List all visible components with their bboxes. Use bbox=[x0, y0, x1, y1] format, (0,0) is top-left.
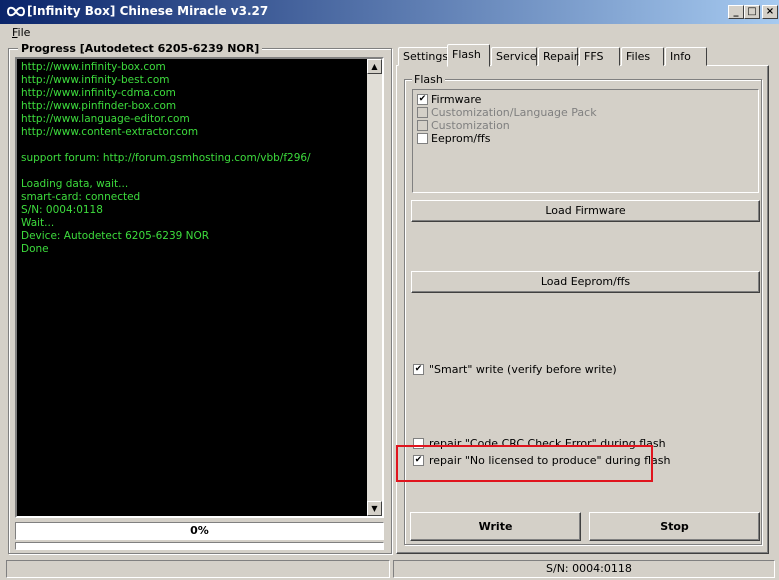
scroll-down-icon: ▼ bbox=[371, 504, 378, 513]
flash-items-list[interactable]: ✔ Firmware Customization/Language Pack Cust… bbox=[412, 89, 759, 193]
progress-bar: 0% bbox=[15, 522, 384, 540]
progress-group-title: Progress [Autodetect 6205-6239 NOR] bbox=[18, 42, 263, 55]
log-line: smart-card: connected bbox=[21, 191, 141, 203]
log-line: http://www.pinfinder-box.com bbox=[21, 100, 177, 112]
scroll-up-icon: ▲ bbox=[371, 62, 378, 71]
checkbox-icon bbox=[417, 120, 428, 131]
flash-item-label: Eeprom/ffs bbox=[431, 132, 491, 145]
log-line: Device: Autodetect 6205-6239 NOR bbox=[21, 230, 210, 242]
secondary-progress-bar bbox=[15, 542, 384, 550]
log-line: http://www.infinity-box.com bbox=[21, 61, 166, 73]
close-button[interactable]: × bbox=[762, 5, 778, 19]
minimize-icon: _ bbox=[733, 6, 739, 17]
stop-button[interactable]: Stop bbox=[589, 512, 760, 541]
highlight-annotation bbox=[396, 445, 653, 482]
maximize-button[interactable]: □ bbox=[744, 5, 760, 19]
checkbox-icon bbox=[417, 133, 428, 144]
checkbox-icon: ✔ bbox=[417, 94, 428, 105]
menu-file-label: ile bbox=[17, 26, 31, 39]
smart-write-label: "Smart" write (verify before write) bbox=[429, 363, 617, 376]
menu-file[interactable]: File bbox=[10, 25, 32, 41]
flash-item-label: Firmware bbox=[431, 93, 482, 106]
checkbox-icon bbox=[417, 107, 428, 118]
log-lines: http://www.infinity-box.com http://www.in… bbox=[21, 61, 311, 256]
log-line: http://www.content-extractor.com bbox=[21, 126, 199, 138]
log-line: S/N: 0004:0118 bbox=[21, 204, 103, 216]
status-panel-left bbox=[6, 560, 390, 578]
log-line: Loading data, wait... bbox=[21, 178, 129, 190]
log-line: support forum: http://forum.gsmhosting.c… bbox=[21, 152, 311, 164]
load-eeprom-button[interactable]: Load Eeprom/ffs bbox=[411, 271, 760, 293]
title-bar: [Infinity Box] Chinese Miracle v3.27 _ □… bbox=[0, 0, 779, 24]
log-line: Wait... bbox=[21, 217, 55, 229]
load-firmware-button[interactable]: Load Firmware bbox=[411, 200, 760, 222]
tab-ffs[interactable]: FFS bbox=[579, 47, 620, 66]
write-button[interactable]: Write bbox=[410, 512, 581, 541]
tab-info[interactable]: Info bbox=[665, 47, 707, 66]
scroll-down-button[interactable]: ▼ bbox=[367, 501, 382, 516]
smart-write-check-icon: ✔ bbox=[413, 364, 424, 375]
log-scrollbar[interactable]: ▲ ▼ bbox=[367, 59, 382, 516]
scroll-up-button[interactable]: ▲ bbox=[367, 59, 382, 74]
log-line: http://www.language-editor.com bbox=[21, 113, 190, 125]
flash-group-title: Flash bbox=[412, 73, 445, 86]
infinity-icon bbox=[6, 6, 26, 17]
log-output[interactable]: http://www.infinity-box.com http://www.in… bbox=[15, 57, 384, 518]
tab-repair[interactable]: Repair bbox=[538, 47, 578, 66]
maximize-icon: □ bbox=[747, 6, 757, 17]
log-line: Done bbox=[21, 243, 49, 255]
minimize-button[interactable]: _ bbox=[728, 5, 744, 19]
status-serial-number: S/N: 0004:0118 bbox=[546, 562, 632, 575]
tab-flash[interactable]: Flash bbox=[447, 44, 490, 67]
log-line: http://www.infinity-cdma.com bbox=[21, 87, 176, 99]
status-panel-right: S/N: 0004:0118 bbox=[393, 560, 775, 578]
tab-service[interactable]: Service bbox=[491, 47, 537, 66]
tab-files[interactable]: Files bbox=[621, 47, 664, 66]
flash-item-label: Customization bbox=[431, 119, 510, 132]
window-title: [Infinity Box] Chinese Miracle v3.27 bbox=[27, 4, 269, 18]
tab-settings[interactable]: Settings bbox=[398, 47, 448, 66]
flash-item-label: Customization/Language Pack bbox=[431, 106, 597, 119]
log-line: http://www.infinity-best.com bbox=[21, 74, 170, 86]
close-icon: × bbox=[765, 6, 775, 17]
